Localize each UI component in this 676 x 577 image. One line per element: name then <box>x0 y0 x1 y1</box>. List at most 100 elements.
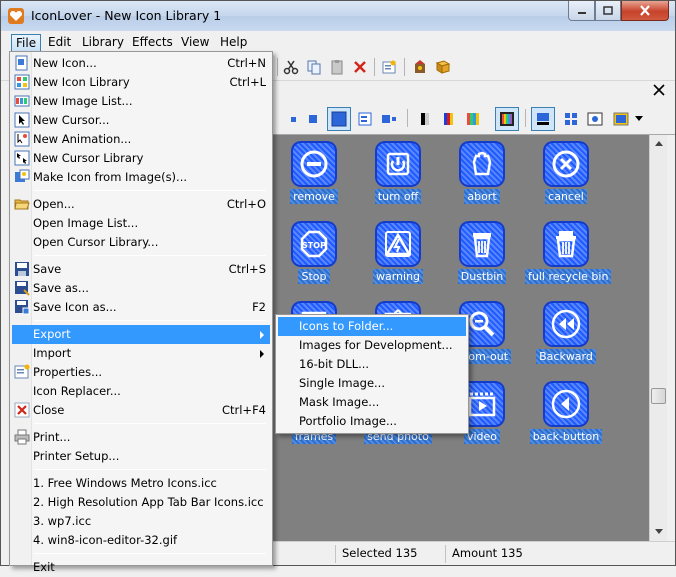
menu-item-save-icon-as[interactable]: Save Icon as... F2 <box>12 298 270 317</box>
menu-item-exit[interactable]: Exit <box>12 558 270 577</box>
menu-edit[interactable]: Edit <box>44 34 75 52</box>
icon-tile-label: back-button <box>525 429 607 444</box>
menu-item-new-cursor[interactable]: New Cursor... <box>12 111 270 130</box>
submenu-item-icons-to-folder[interactable]: Icons to Folder... <box>278 317 466 336</box>
icon-tile-label: full recycle bin <box>525 269 612 284</box>
menu-item-open-cursor-library[interactable]: Open Cursor Library... <box>12 233 270 252</box>
menu-effects[interactable]: Effects <box>128 34 177 52</box>
icon-tile[interactable]: remove <box>273 135 355 213</box>
size-small-button[interactable] <box>303 109 323 129</box>
submenu-item-single-image[interactable]: Single Image... <box>278 374 466 393</box>
close-document-button[interactable] <box>653 84 665 99</box>
paste-button[interactable] <box>327 57 347 77</box>
menu-item-new-image-list[interactable]: New Image List... <box>12 92 270 111</box>
make-icon-icon <box>14 169 30 185</box>
icon-tile[interactable]: back-button <box>525 375 607 453</box>
menu-separator <box>34 423 266 424</box>
menu-item-open[interactable]: Open... Ctrl+O <box>12 195 270 214</box>
menu-item-new-icon-library[interactable]: New Icon Library Ctrl+L <box>12 73 270 92</box>
color-256-button[interactable] <box>463 109 483 129</box>
copy-button[interactable] <box>304 57 324 77</box>
chevron-down-icon <box>654 529 663 534</box>
delete-button[interactable] <box>350 57 370 77</box>
menu-item-open-image-list[interactable]: Open Image List... <box>12 214 270 233</box>
menu-item-make-icon-from-image-s[interactable]: Make Icon from Image(s)... <box>12 168 270 187</box>
grid-icon <box>565 113 577 125</box>
toolbar-separator <box>525 109 526 127</box>
menu-item-label: 1. Free Windows Metro Icons.icc <box>33 476 217 490</box>
title-bar[interactable]: IconLover - New Icon Library 1 <box>1 1 675 31</box>
submenu-item-portfolio-image[interactable]: Portfolio Image... <box>278 412 466 431</box>
preview-button[interactable] <box>585 109 605 129</box>
menu-item-4-win8-icon-editor-32-gif[interactable]: 4. win8-icon-editor-32.gif <box>12 531 270 550</box>
submenu-item-images-for-development[interactable]: Images for Development... <box>278 336 466 355</box>
grid-view-button[interactable] <box>561 109 581 129</box>
menu-view[interactable]: View <box>177 34 213 52</box>
icon-tile[interactable]: Backward <box>525 295 607 373</box>
scroll-down-button[interactable] <box>650 523 667 540</box>
properties-toolbar-button[interactable] <box>379 57 399 77</box>
paste-icon <box>331 60 343 75</box>
scroll-thumb[interactable] <box>651 388 666 404</box>
size-large-button[interactable] <box>327 107 351 131</box>
menu-item-label: New Icon Library <box>33 75 130 89</box>
menu-item-save[interactable]: Save Ctrl+S <box>12 260 270 279</box>
background-button[interactable] <box>611 109 631 129</box>
icon-tile[interactable]: turn off <box>357 135 439 213</box>
menu-item-label: Exit <box>33 560 55 574</box>
icon-tile-label: turn off <box>357 189 439 204</box>
icon-tile[interactable]: warning <box>357 215 439 293</box>
menu-item-save-as[interactable]: Save as... <box>12 279 270 298</box>
show-labels-button[interactable] <box>531 107 555 131</box>
new-icon-icon <box>14 55 30 71</box>
menu-item-new-cursor-library[interactable]: New Cursor Library <box>12 149 270 168</box>
close-window-button[interactable] <box>621 1 669 21</box>
menu-item-new-icon[interactable]: New Icon... Ctrl+N <box>12 54 270 73</box>
size-tiny-button[interactable] <box>283 109 303 129</box>
menu-item-printer-setup[interactable]: Printer Setup... <box>12 447 270 466</box>
back-button-icon <box>543 381 589 427</box>
effects-toolbar-button[interactable] <box>410 57 430 77</box>
icon-tile[interactable]: cancel <box>525 135 607 213</box>
submenu-arrow-icon <box>260 331 264 339</box>
view-details-button[interactable] <box>355 109 375 129</box>
menu-item-label: Save as... <box>33 281 89 295</box>
menu-item-export[interactable]: Export <box>12 325 270 344</box>
menu-item-new-animation[interactable]: New Animation... <box>12 130 270 149</box>
menu-item-properties[interactable]: Properties... <box>12 363 270 382</box>
view-list-button[interactable] <box>379 109 399 129</box>
menu-library[interactable]: Library <box>78 34 128 52</box>
library-book-button[interactable] <box>433 57 453 77</box>
menu-item-shortcut: F2 <box>252 300 266 314</box>
window-title: IconLover - New Icon Library 1 <box>31 8 222 23</box>
icon-tile[interactable]: abort <box>441 135 523 213</box>
submenu-item-mask-image[interactable]: Mask Image... <box>278 393 466 412</box>
background-dropdown-button[interactable] <box>633 109 645 129</box>
submenu-item-16-bit-dll[interactable]: 16-bit DLL... <box>278 355 466 374</box>
icon-label-text: remove <box>290 189 338 204</box>
menu-item-label: Properties... <box>33 365 103 379</box>
menu-help[interactable]: Help <box>216 34 251 52</box>
cut-button[interactable] <box>281 57 301 77</box>
color-mono-button[interactable] <box>415 109 435 129</box>
menu-item-1-free-windows-metro-icons-icc[interactable]: 1. Free Windows Metro Icons.icc <box>12 474 270 493</box>
menu-item-import[interactable]: Import <box>12 344 270 363</box>
icon-tile[interactable]: Dustbin <box>441 215 523 293</box>
menu-file[interactable]: File <box>11 34 42 52</box>
minimize-button[interactable] <box>568 1 595 21</box>
menu-item-label: 2. High Resolution App Tab Bar Icons.icc <box>33 495 264 509</box>
scroll-up-button[interactable] <box>650 135 667 152</box>
icon-label-text: warning <box>372 269 424 284</box>
icon-tile[interactable]: STOP Stop <box>273 215 355 293</box>
effects-icon <box>415 60 425 73</box>
menu-item-2-high-resolution-app-tab-bar-icons-icc[interactable]: 2. High Resolution App Tab Bar Icons.icc <box>12 493 270 512</box>
color-true-button[interactable] <box>495 107 519 131</box>
menu-item-print[interactable]: Print... <box>12 428 270 447</box>
maximize-button[interactable] <box>595 1 621 21</box>
menu-item-close[interactable]: Close Ctrl+F4 <box>12 401 270 420</box>
menu-item-icon-replacer[interactable]: Icon Replacer... <box>12 382 270 401</box>
color-16-button[interactable] <box>439 109 459 129</box>
icon-tile[interactable]: full recycle bin <box>525 215 612 293</box>
menu-item-3-wp7-icc[interactable]: 3. wp7.icc <box>12 512 270 531</box>
vertical-scrollbar[interactable] <box>649 135 667 541</box>
